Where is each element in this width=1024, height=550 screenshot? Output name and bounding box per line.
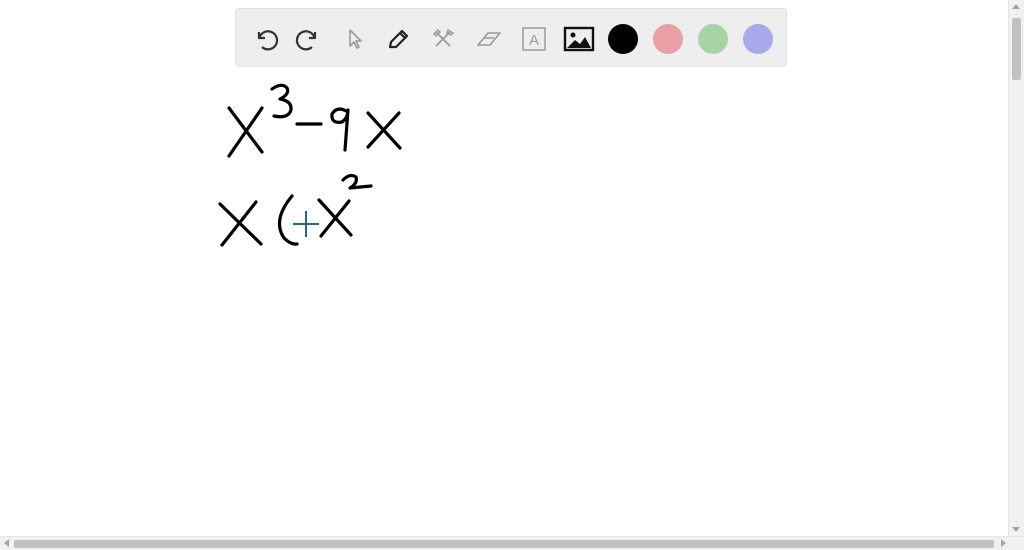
stroke-x3 <box>218 200 263 247</box>
text-tool-icon: A <box>522 27 546 51</box>
scroll-right-icon[interactable] <box>1001 539 1006 547</box>
scroll-left-icon[interactable] <box>4 539 9 547</box>
tools-icon <box>432 28 455 47</box>
svg-text:A: A <box>529 32 539 49</box>
eraser-icon <box>477 32 501 46</box>
select-pointer-icon <box>349 29 362 49</box>
scroll-down-icon[interactable] <box>1012 527 1020 532</box>
vertical-scrollbar[interactable] <box>1008 0 1024 536</box>
vertical-scrollbar-thumb[interactable] <box>1012 18 1021 80</box>
stroke-x1 <box>227 106 264 158</box>
select-button[interactable] <box>338 22 372 56</box>
stroke-exp2 <box>341 173 373 190</box>
stroke-exp3 <box>270 83 293 119</box>
image-icon <box>563 26 595 52</box>
stroke-paren <box>277 194 299 246</box>
stroke-x2 <box>366 111 402 150</box>
stroke-nine <box>330 107 350 152</box>
text-button[interactable]: A <box>517 22 551 56</box>
undo-button[interactable] <box>248 22 282 56</box>
horizontal-scrollbar[interactable] <box>0 536 1024 550</box>
color-blue-swatch[interactable] <box>743 24 773 54</box>
image-button[interactable] <box>562 22 596 56</box>
color-red-swatch[interactable] <box>653 24 683 54</box>
horizontal-scrollbar-thumb[interactable] <box>14 540 994 548</box>
drawing-toolbar: A <box>235 8 787 67</box>
handwriting-layer <box>218 83 402 247</box>
color-green-swatch[interactable] <box>698 24 728 54</box>
eraser-button[interactable] <box>472 22 506 56</box>
redo-icon <box>295 30 317 51</box>
redo-button[interactable] <box>292 22 326 56</box>
scroll-up-icon[interactable] <box>1012 4 1020 9</box>
pen-button[interactable] <box>382 22 416 56</box>
whiteboard-canvas[interactable]: A <box>0 0 1008 536</box>
undo-icon <box>257 30 279 51</box>
tools-button[interactable] <box>427 22 461 56</box>
stroke-x4 <box>317 198 353 238</box>
crosshair-cursor <box>291 209 321 239</box>
color-black-swatch[interactable] <box>608 24 638 54</box>
pen-icon <box>388 29 409 49</box>
